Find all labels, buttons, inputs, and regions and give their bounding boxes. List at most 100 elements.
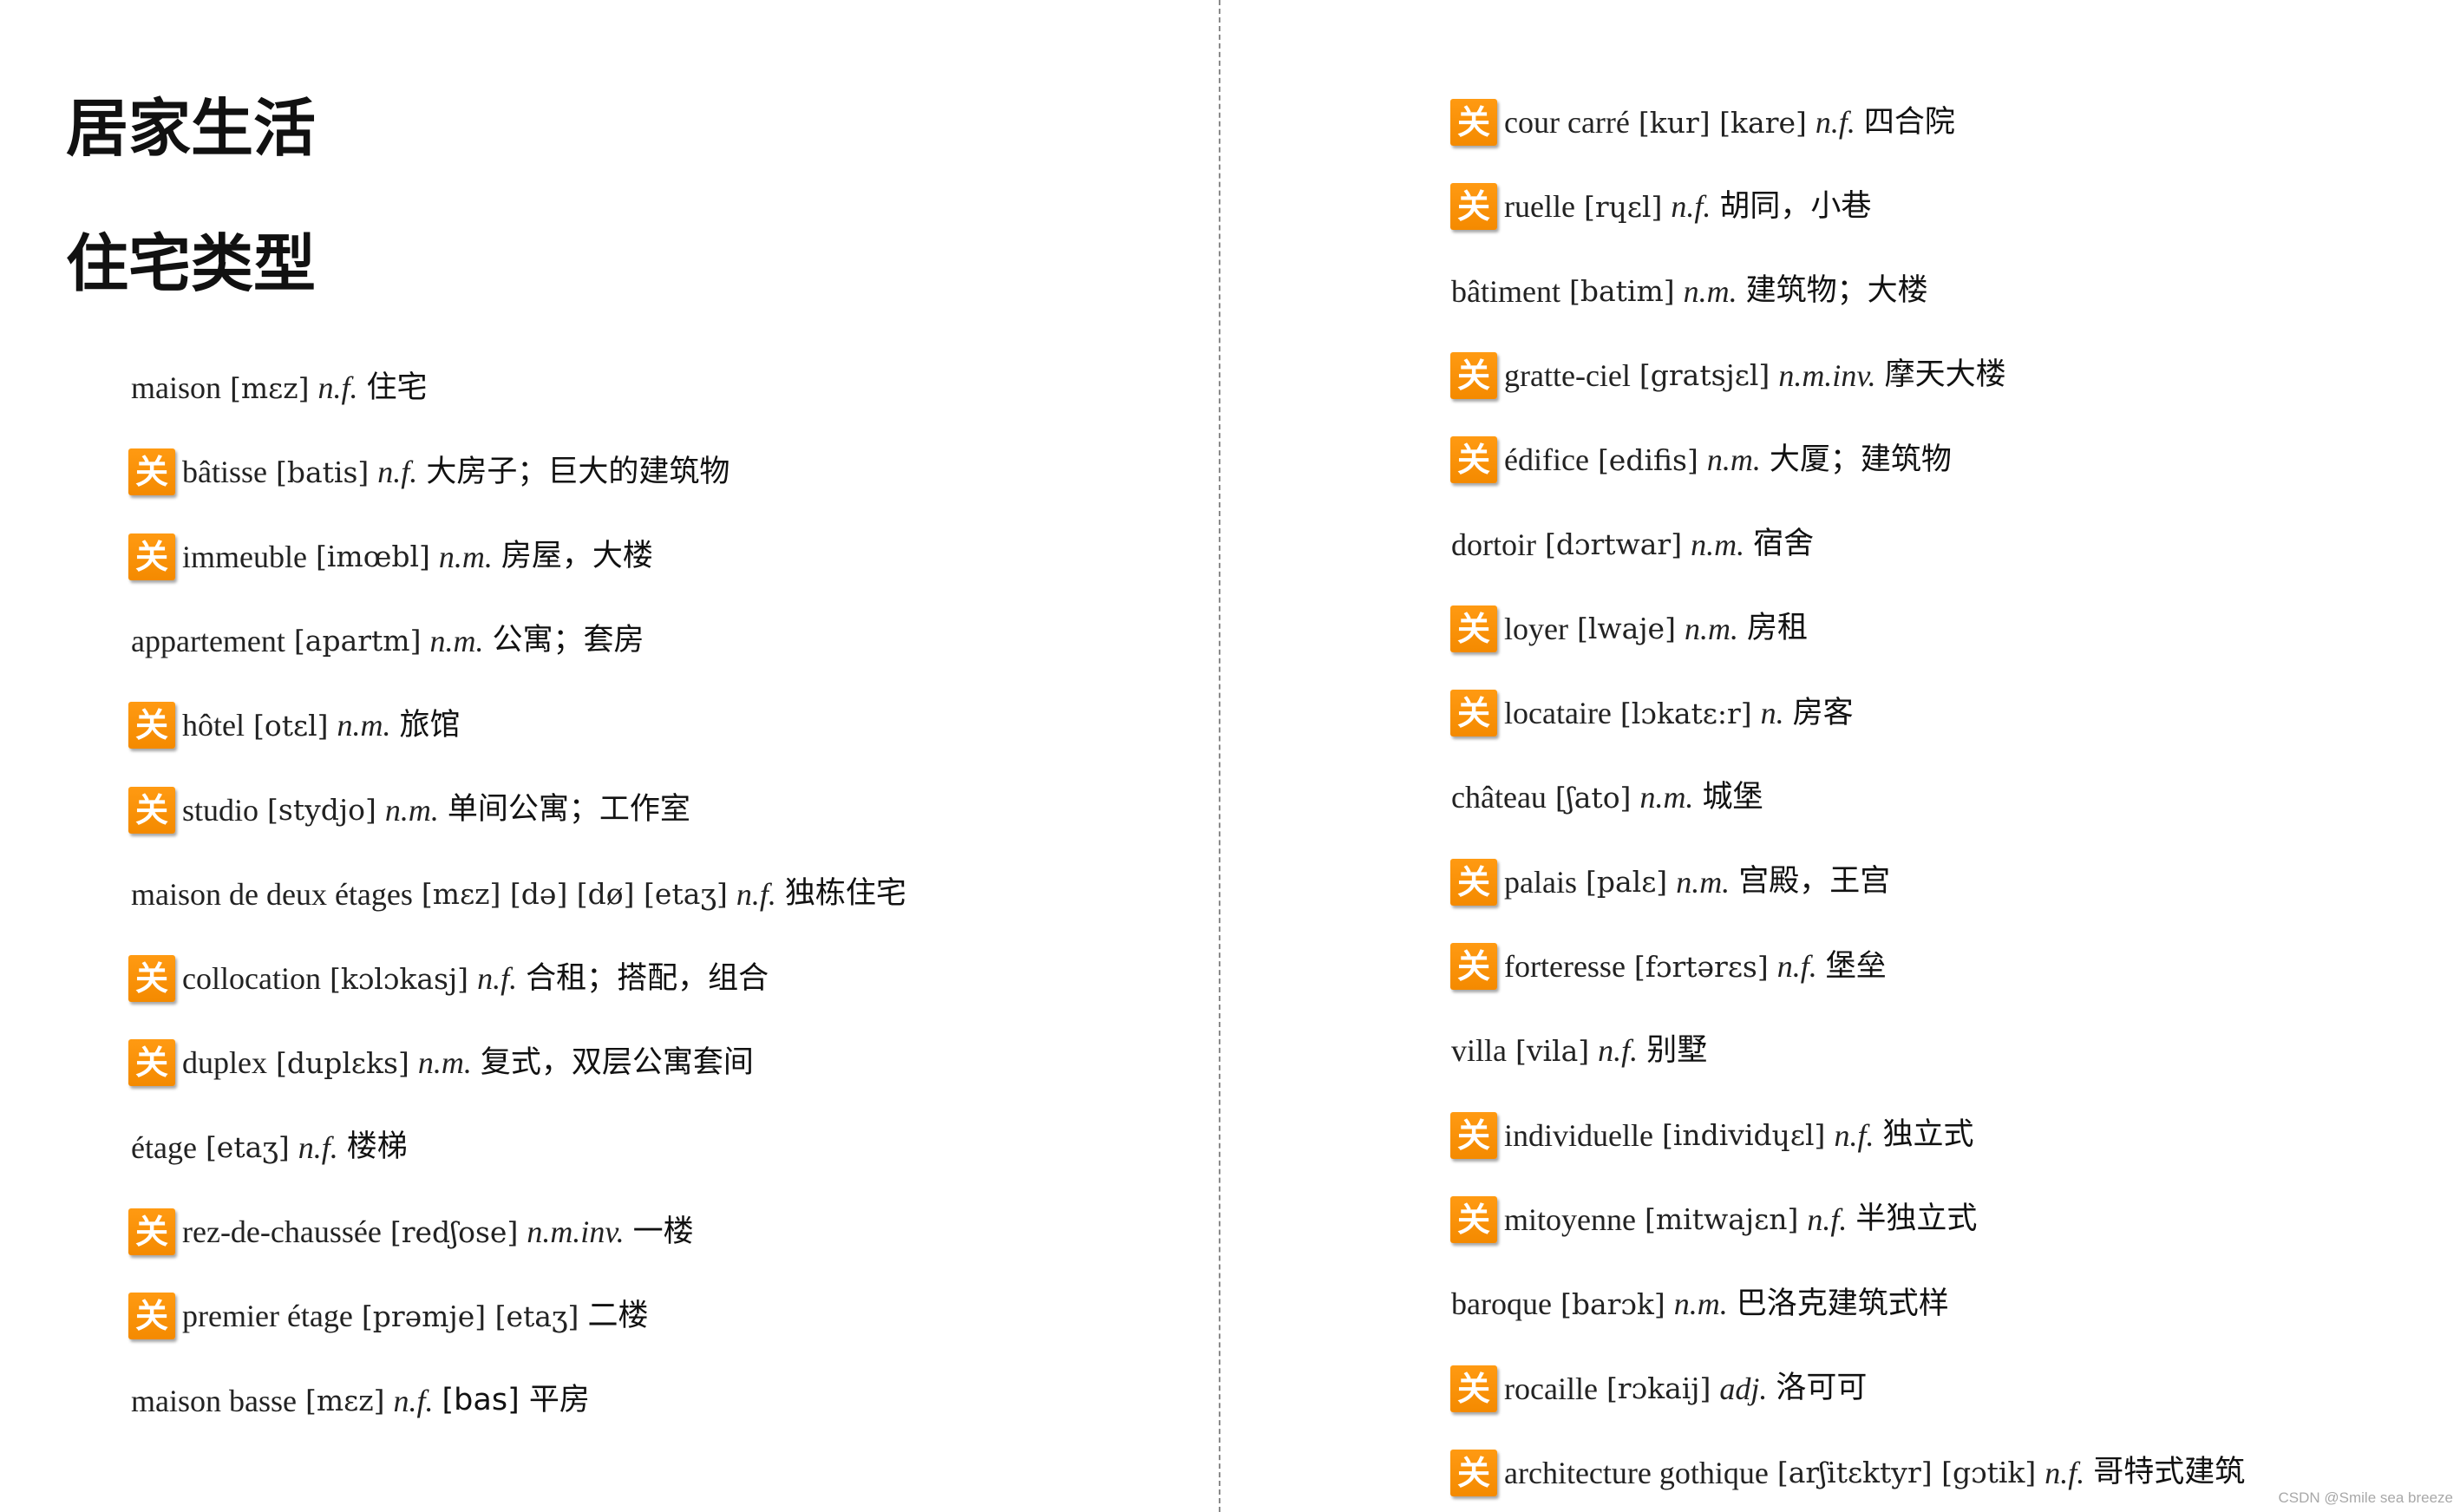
chinese-meaning: 房租 [1746, 611, 1808, 646]
phonetic-transcription: [etaʒ] [205, 1130, 290, 1165]
chinese-meaning: [bas] 平房 [442, 1383, 590, 1418]
french-word: cour carré [1504, 105, 1630, 140]
chinese-meaning: 宫殿，王宫 [1738, 864, 1891, 900]
french-word: baroque [1451, 1286, 1552, 1322]
french-word: immeuble [182, 539, 307, 574]
french-word: bâtiment [1451, 273, 1560, 309]
phonetic-transcription: [duplɛks] [275, 1045, 409, 1080]
key-word-badge-icon: 关 [128, 1208, 175, 1255]
key-word-badge-icon: 关 [128, 1039, 175, 1087]
chinese-meaning: 房客 [1792, 695, 1854, 730]
phonetic-transcription: [mɛz] [304, 1384, 385, 1418]
vocab-entry: 关 bâtisse [batis] n.f. 大房子；巨大的建筑物 [128, 446, 729, 498]
vocab-entry: bâtiment [batim] n.m. 建筑物；大楼 [1451, 265, 1928, 317]
phonetic-transcription: [rɔkaij] [1606, 1371, 1711, 1405]
phonetic-transcription: [dɔrtwar] [1544, 527, 1683, 561]
phonetic-transcription: [vila] [1515, 1033, 1590, 1068]
vocab-entry: 关 mitoyenne [mitwajɛn] n.f. 半独立式 [1450, 1194, 1977, 1246]
phonetic-transcription: [redʃose] [389, 1214, 519, 1249]
part-of-speech: n.f. [298, 1129, 338, 1165]
phonetic-transcription: [palɛ] [1585, 865, 1668, 900]
phonetic-transcription: [mitwajɛn] [1644, 1202, 1799, 1237]
phonetic-transcription: [individɥɛl] [1661, 1118, 1826, 1153]
chinese-meaning: 别墅 [1646, 1032, 1708, 1068]
chinese-meaning: 独栋住宅 [784, 876, 906, 912]
part-of-speech: n.m. [1691, 527, 1745, 562]
french-word: villa [1451, 1033, 1507, 1069]
french-word: ruelle [1504, 189, 1575, 225]
french-word: bâtisse [182, 455, 267, 490]
part-of-speech: n.f. [377, 455, 418, 490]
chinese-meaning: 堡垒 [1825, 948, 1887, 984]
part-of-speech: n.f. [1671, 189, 1711, 225]
key-word-badge-icon: 关 [1450, 858, 1497, 906]
vocab-entry: 关 ruelle [rɥɛl] n.f. 胡同，小巷 [1450, 180, 1871, 232]
vocab-entry: 关 forteresse [fɔrtərɛs] n.f. 堡垒 [1450, 940, 1887, 992]
key-word-badge-icon: 关 [1450, 690, 1497, 737]
key-word-badge-icon: 关 [128, 1293, 175, 1340]
vocab-entry: 关 cour carré [kur] [kare] n.f. 四合院 [1450, 96, 1955, 148]
key-word-badge-icon: 关 [1450, 943, 1497, 990]
chinese-meaning: 巴洛克建筑式样 [1736, 1286, 1949, 1321]
watermark: CSDN @Smile sea breeze [2278, 1489, 2454, 1506]
chinese-meaning: 住宅 [366, 370, 428, 405]
key-word-badge-icon: 关 [128, 955, 175, 1003]
phonetic-transcription: [gratsjɛl] [1639, 358, 1770, 393]
key-word-badge-icon: 关 [1450, 436, 1497, 484]
part-of-speech: n.m. [429, 623, 484, 658]
key-word-badge-icon: 关 [128, 702, 175, 749]
part-of-speech: n.f. [2045, 1455, 2085, 1490]
part-of-speech: n.f. [1815, 105, 1855, 140]
part-of-speech: n.f. [393, 1383, 434, 1418]
vocab-entry: château [ʃato] n.m. 城堡 [1451, 771, 1763, 823]
phonetic-transcription: [rɥɛl] [1583, 189, 1663, 224]
phonetic-transcription: [mɛz] [230, 370, 310, 405]
french-word: collocation [182, 961, 321, 997]
chinese-meaning: 洛可可 [1776, 1371, 1868, 1405]
chinese-meaning: 城堡 [1702, 779, 1763, 815]
chinese-meaning: 哥特式建筑 [2093, 1455, 2246, 1490]
chinese-meaning: 大厦；建筑物 [1769, 442, 1952, 477]
phonetic-transcription: [edifis] [1597, 442, 1698, 477]
key-word-badge-icon: 关 [1450, 605, 1497, 652]
key-word-badge-icon: 关 [1450, 1449, 1497, 1496]
vocab-entry: 关 rocaille [rɔkaij] adj. 洛可可 [1450, 1363, 1867, 1415]
part-of-speech: n.m. [1684, 611, 1738, 646]
french-word: loyer [1504, 611, 1568, 646]
french-word: maison basse [131, 1383, 297, 1418]
french-word: forteresse [1504, 949, 1626, 984]
french-word: maison de deux étages [131, 876, 413, 912]
chinese-meaning: 一楼 [632, 1214, 694, 1249]
chinese-meaning: 半独立式 [1855, 1201, 1978, 1237]
vocab-entry: maison basse [mɛz] n.f. [bas] 平房 [131, 1375, 590, 1427]
part-of-speech: n.f. [1834, 1117, 1874, 1153]
phonetic-transcription: [mɛz] [də] [dø] [etaʒ] [421, 877, 728, 912]
french-word: locataire [1504, 696, 1612, 731]
phonetic-transcription: [lɔkatɛ:r] [1619, 696, 1752, 730]
phonetic-transcription: [lwaje] [1576, 612, 1676, 646]
part-of-speech: n.m. [1706, 442, 1761, 478]
part-of-speech: n.f. [1776, 949, 1817, 984]
key-word-badge-icon: 关 [128, 448, 175, 496]
phonetic-transcription: [arʃitɛktyr] [gɔtik] [1776, 1456, 2037, 1490]
key-word-badge-icon: 关 [1450, 1111, 1497, 1159]
phonetic-transcription: [batim] [1568, 274, 1675, 309]
key-word-badge-icon: 关 [1450, 1195, 1497, 1243]
french-word: individuelle [1504, 1117, 1653, 1153]
chinese-meaning: 楼梯 [346, 1129, 408, 1165]
phonetic-transcription: [fɔrtərɛs] [1633, 949, 1769, 984]
chinese-meaning: 摩天大楼 [1884, 357, 2006, 393]
chinese-meaning: 大房子；巨大的建筑物 [426, 454, 730, 489]
phonetic-transcription: [batis] [275, 455, 370, 489]
vocab-entry: 关 rez-de-chaussée [redʃose] n.m.inv. 一楼 [128, 1206, 694, 1258]
chinese-meaning: 旅馆 [399, 707, 461, 743]
vocab-entry: 关 collocation [kɔlɔkasj] n.f. 合租；搭配，组合 [128, 952, 769, 1005]
part-of-speech: n.f. [736, 876, 776, 912]
vocab-entry: baroque [barɔk] n.m. 巴洛克建筑式样 [1451, 1278, 1949, 1330]
part-of-speech: n.f. [317, 370, 358, 405]
part-of-speech: n.m. [384, 792, 439, 828]
part-of-speech: n.m. [1683, 273, 1737, 309]
french-word: mitoyenne [1504, 1201, 1636, 1237]
french-word: duplex [182, 1045, 267, 1081]
french-word: studio [182, 792, 259, 828]
